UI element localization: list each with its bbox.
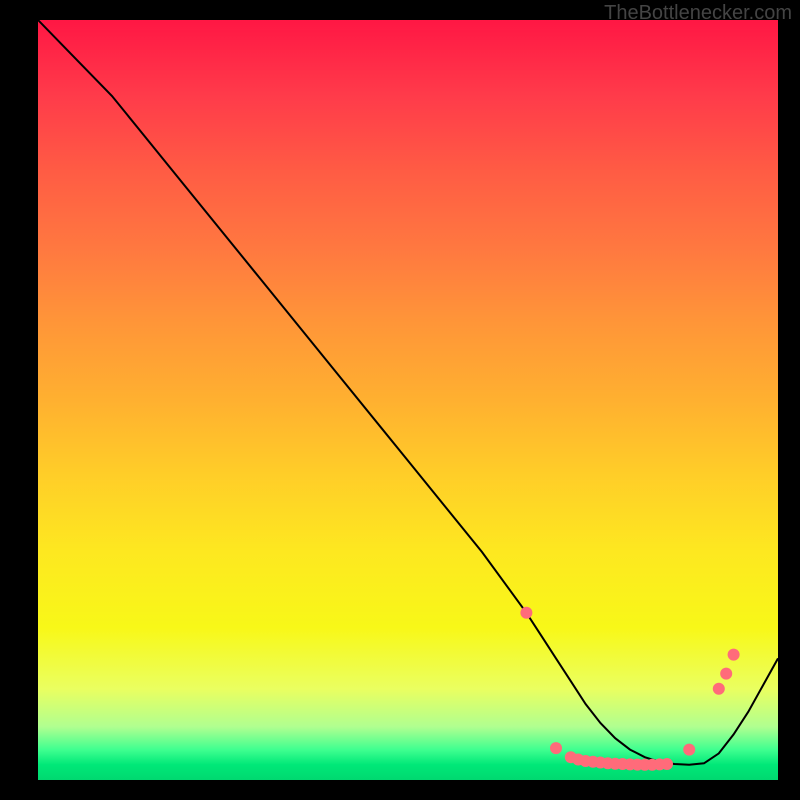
data-marker xyxy=(550,742,562,754)
chart-svg xyxy=(38,20,778,780)
data-marker xyxy=(683,744,695,756)
watermark-text: TheBottlenecker.com xyxy=(604,2,792,25)
chart-area xyxy=(38,20,778,780)
markers-group xyxy=(520,607,739,771)
data-marker xyxy=(720,668,732,680)
data-marker xyxy=(520,607,532,619)
data-marker xyxy=(728,649,740,661)
data-marker xyxy=(713,683,725,695)
curve-line xyxy=(38,20,778,765)
data-marker xyxy=(661,758,673,770)
